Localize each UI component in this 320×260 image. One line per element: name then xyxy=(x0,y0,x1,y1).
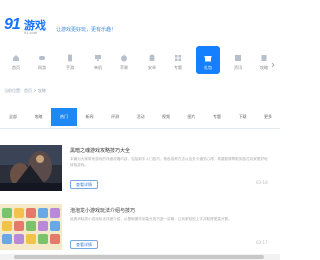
nav-item-label: 安卓 xyxy=(148,65,156,70)
nav-item-label: 首页 xyxy=(12,65,20,70)
nav-item[interactable]: 单机 xyxy=(86,46,110,78)
article-date: 03-18 xyxy=(256,180,268,185)
logo-subtext: 91.com xyxy=(24,30,38,35)
article-title[interactable]: 黑暗之魂游戏攻略技巧大全 xyxy=(70,147,130,154)
nav-item-label: 单机 xyxy=(94,65,102,70)
filter-tab[interactable]: 视频 xyxy=(153,108,179,126)
nav-item[interactable]: 资讯 xyxy=(226,46,250,78)
nav-item[interactable]: 手游 xyxy=(58,46,82,78)
site-slogan: 让游戏更好玩，更有乐趣！ xyxy=(56,27,117,33)
article-date: 03-17 xyxy=(256,240,268,245)
article-thumbnail[interactable] xyxy=(0,145,62,191)
filter-tab[interactable]: 新闻 xyxy=(77,108,103,126)
nav-item-label: 专题 xyxy=(174,65,182,70)
nav-item-label: 网游 xyxy=(38,65,46,70)
filter-tab[interactable]: 热门 xyxy=(51,108,77,126)
category-nav: 首页 网游 手游 单机 苹果 安卓 专题 礼包 资讯 攻略 xyxy=(0,46,280,78)
filter-tab[interactable]: 下载 xyxy=(230,108,256,126)
filter-tab[interactable]: 更多 xyxy=(255,108,281,126)
filter-tab[interactable]: 评测 xyxy=(102,108,128,126)
home-icon xyxy=(13,55,19,61)
view-details-button[interactable]: 查看详情 xyxy=(70,180,98,189)
breadcrumb: 当前位置：首页 > 攻略 xyxy=(4,88,46,93)
book-icon xyxy=(261,55,267,61)
nav-item[interactable]: 礼包 xyxy=(196,46,220,74)
grid-icon xyxy=(175,55,181,61)
nav-item[interactable]: 专题 xyxy=(166,46,190,78)
chevron-right-icon[interactable] xyxy=(270,62,276,68)
filter-tab[interactable]: 图片 xyxy=(179,108,205,126)
filter-tabs: 全部 攻略 热门 新闻 评测 活动 视频 图片 专题 下载 更多 xyxy=(0,108,280,126)
article-description: 本篇为大家带来游戏的详细攻略内容，包括新手入门技巧、角色培养方法以及关卡通关心得… xyxy=(70,157,268,167)
filter-tab[interactable]: 活动 xyxy=(128,108,154,126)
logo-mark: 91 xyxy=(4,16,21,33)
article-card[interactable]: 泡泡龙小游戏玩法介绍与技巧 经典消除类小游戏玩法详细介绍，从基础操作到高分技巧逐… xyxy=(0,202,280,252)
filter-tab[interactable]: 专题 xyxy=(204,108,230,126)
gamepad-icon xyxy=(39,56,45,60)
android-icon xyxy=(149,54,155,61)
scrollbar-thumb[interactable] xyxy=(14,255,264,259)
header: 91 游戏 91.com 让游戏更好玩，更有乐趣！ xyxy=(0,0,280,42)
nav-item[interactable]: 安卓 xyxy=(140,46,164,78)
nav-item-label: 礼包 xyxy=(204,65,212,70)
article-title[interactable]: 泡泡龙小游戏玩法介绍与技巧 xyxy=(70,207,135,214)
apple-icon xyxy=(121,54,127,62)
nav-item-label: 资讯 xyxy=(234,65,242,70)
nav-item[interactable]: 苹果 xyxy=(112,46,136,78)
news-icon xyxy=(235,55,241,61)
site-logo[interactable]: 91 游戏 91.com xyxy=(4,14,52,40)
view-details-button[interactable]: 查看详情 xyxy=(70,240,98,249)
tabs-divider xyxy=(0,128,280,129)
horizontal-scrollbar[interactable] xyxy=(0,254,280,260)
gift-icon xyxy=(204,56,212,62)
article-thumbnail[interactable] xyxy=(0,204,62,250)
nav-item-label: 手游 xyxy=(66,65,74,70)
phone-icon xyxy=(68,54,72,62)
nav-item[interactable]: 首页 xyxy=(4,46,28,78)
nav-item-label: 苹果 xyxy=(120,65,128,70)
filter-tab[interactable]: 全部 xyxy=(0,108,26,126)
article-description: 经典消除类小游戏玩法详细介绍，从基础操作到高分技巧逐一讲解，让玩家轻松上手并取得… xyxy=(70,217,232,221)
article-card[interactable]: 黑暗之魂游戏攻略技巧大全 本篇为大家带来游戏的详细攻略内容，包括新手入门技巧、角… xyxy=(0,142,280,192)
monitor-icon xyxy=(95,55,101,61)
filter-tab[interactable]: 攻略 xyxy=(26,108,52,126)
nav-item[interactable]: 网游 xyxy=(30,46,54,78)
